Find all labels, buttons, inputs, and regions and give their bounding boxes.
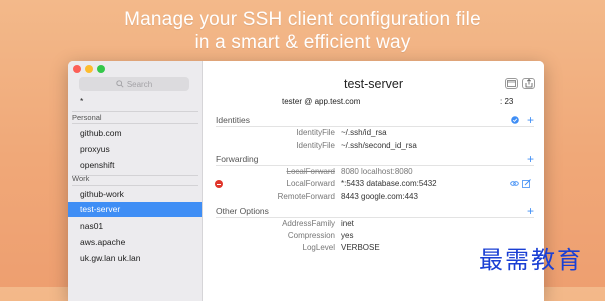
sidebar-item-proxyus[interactable]: proxyus xyxy=(68,142,202,156)
option-value[interactable]: yes xyxy=(341,231,353,240)
section-forwarding-title: Forwarding xyxy=(216,154,259,164)
option-value[interactable]: inet xyxy=(341,219,354,228)
search-icon xyxy=(116,80,124,88)
info-icon[interactable] xyxy=(511,116,519,124)
sidebar-item-uk-gw-lan[interactable]: uk.gw.lan uk.lan xyxy=(68,251,202,265)
forward-key-disabled: LocalForward xyxy=(286,167,335,176)
add-forwarding-button[interactable]: + xyxy=(527,153,534,165)
section-divider xyxy=(216,165,534,166)
headline: Manage your SSH client configuration fil… xyxy=(0,8,605,54)
app-window: Search * Personal github.com proxyus ope… xyxy=(68,61,544,301)
section-other-options-title: Other Options xyxy=(216,206,269,216)
delete-row-icon[interactable] xyxy=(215,180,223,188)
connection-port: : 23 xyxy=(500,97,514,106)
zoom-window-button[interactable] xyxy=(97,65,105,73)
open-terminal-button[interactable] xyxy=(505,78,518,89)
sidebar-divider xyxy=(72,123,198,124)
link-icon[interactable] xyxy=(510,180,519,187)
forward-key: RemoteForward xyxy=(277,192,335,201)
sidebar-item-github-work[interactable]: github-work xyxy=(68,187,202,201)
sidebar-divider xyxy=(72,185,198,186)
sidebar-item-wildcard[interactable]: * xyxy=(68,94,202,108)
option-value[interactable]: VERBOSE xyxy=(341,243,380,252)
sidebar: Search * Personal github.com proxyus ope… xyxy=(68,61,203,301)
sidebar-item-github-com[interactable]: github.com xyxy=(68,126,202,140)
option-key: Compression xyxy=(287,231,335,240)
option-key: AddressFamily xyxy=(282,219,335,228)
headline-line-1: Manage your SSH client configuration fil… xyxy=(124,9,481,30)
sidebar-item-nas01[interactable]: nas01 xyxy=(68,219,202,233)
section-divider xyxy=(216,217,534,218)
window-controls xyxy=(73,65,105,73)
sidebar-item-openshift[interactable]: openshift xyxy=(68,158,202,172)
option-key: LogLevel xyxy=(302,243,335,252)
minimize-window-button[interactable] xyxy=(85,65,93,73)
sidebar-item-aws-apache[interactable]: aws.apache xyxy=(68,235,202,249)
add-identity-button[interactable]: + xyxy=(527,114,534,126)
identity-value[interactable]: ~/.ssh/id_rsa xyxy=(341,128,387,137)
search-placeholder: Search xyxy=(126,79,153,89)
share-button[interactable] xyxy=(522,78,535,89)
add-option-button[interactable]: + xyxy=(527,205,534,217)
edit-icon[interactable] xyxy=(522,179,531,188)
share-icon xyxy=(525,79,532,88)
watermark: 最需教育 xyxy=(479,246,583,274)
search-input[interactable]: Search xyxy=(79,77,189,91)
section-identities-title: Identities xyxy=(216,115,251,125)
host-title: test-server xyxy=(343,77,404,91)
sidebar-item-test-server[interactable]: test-server xyxy=(68,202,202,217)
identity-key: IdentityFile xyxy=(296,128,335,137)
sidebar-divider xyxy=(72,175,198,176)
forward-value[interactable]: 8443 google.com:443 xyxy=(341,192,418,201)
sidebar-section-work: Work xyxy=(72,174,90,183)
section-divider xyxy=(216,126,534,127)
terminal-icon xyxy=(507,80,516,87)
headline-line-2: in a smart & efficient way xyxy=(194,32,411,53)
sidebar-section-personal: Personal xyxy=(72,113,102,122)
forward-value-disabled[interactable]: 8080 localhost:8080 xyxy=(341,167,413,176)
connection-string: tester @ app.test.com xyxy=(282,97,361,106)
identity-key: IdentityFile xyxy=(296,141,335,150)
identity-value[interactable]: ~/.ssh/second_id_rsa xyxy=(341,141,417,150)
forward-value[interactable]: *:5433 database.com:5432 xyxy=(341,179,437,188)
close-window-button[interactable] xyxy=(73,65,81,73)
forward-key: LocalForward xyxy=(286,179,335,188)
sidebar-divider xyxy=(72,111,198,112)
